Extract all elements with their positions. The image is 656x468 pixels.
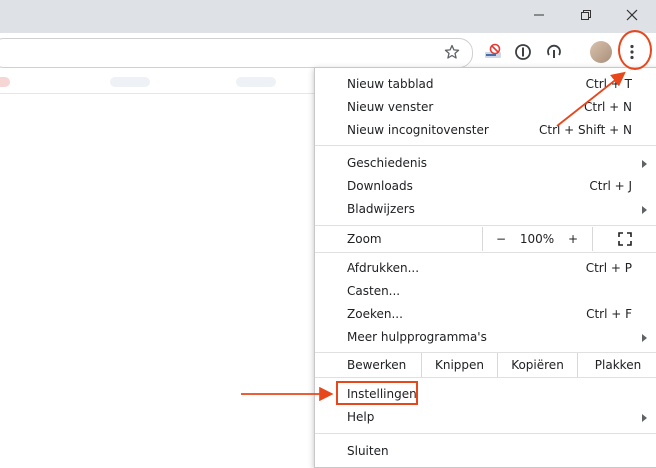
arrow-to-menu-button	[556, 71, 626, 127]
annotation-arrows	[241, 71, 626, 402]
